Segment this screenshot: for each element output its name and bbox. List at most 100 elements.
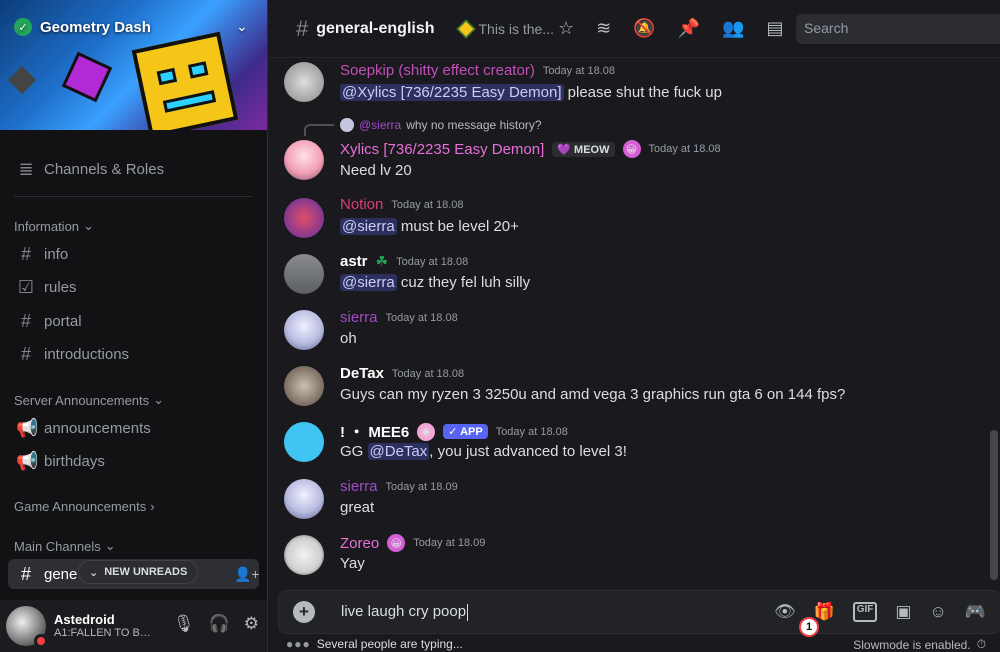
avatar[interactable] [284, 479, 324, 519]
add-member-icon[interactable]: 👤+ [234, 566, 260, 583]
avatar[interactable] [284, 140, 324, 180]
message-timestamp: Today at 18.09 [385, 480, 458, 493]
gift-count-badge: 1 [799, 617, 819, 637]
plus-icon[interactable]: + [293, 601, 315, 623]
server-name[interactable]: ✓ Geometry Dash [14, 18, 151, 36]
avatar[interactable] [284, 366, 324, 406]
channel-rules[interactable]: ☑ rules [8, 272, 259, 302]
scrollbar[interactable] [990, 430, 998, 580]
role-icon: 😀 [622, 140, 641, 158]
channel-topic[interactable]: This is the... [479, 21, 554, 37]
avatar[interactable] [284, 422, 324, 462]
avatar[interactable] [284, 535, 324, 575]
message-content: Guys can my ryzen 3 3250u and amd vega 3… [340, 386, 846, 403]
message-author[interactable]: sierra [340, 309, 378, 326]
reply-preview[interactable]: @sierra why no message history? [340, 118, 542, 132]
chevron-right-icon: › [150, 499, 155, 514]
banner-cube-art [131, 31, 239, 130]
role-icon: ◉ [417, 422, 436, 441]
channel-info-icon[interactable]: ▤ [767, 18, 784, 39]
notification-muted-icon[interactable]: 🔕 [633, 18, 655, 39]
banner-spike-art [7, 65, 37, 95]
message-content: @sierra must be level 20+ [340, 218, 519, 235]
star-icon[interactable]: ☆ [558, 18, 574, 39]
user-mention[interactable]: @sierra [340, 274, 397, 291]
channel-birthdays[interactable]: 📢 birthdays [8, 446, 259, 476]
avatar[interactable] [6, 606, 48, 648]
avatar[interactable] [284, 198, 324, 238]
search-input[interactable]: Search [796, 14, 1000, 44]
channel-announcements[interactable]: 📢 announcements [8, 413, 259, 443]
banner-purple-cube-art [61, 51, 113, 103]
text-caret [467, 603, 469, 621]
channels-roles-item[interactable]: ≣ Channels & Roles [8, 154, 259, 184]
message-timestamp: Today at 18.09 [413, 537, 486, 549]
message-timestamp: Today at 18.08 [495, 425, 568, 438]
chevron-down-icon: ⌄ [153, 392, 165, 407]
hash-icon: # [20, 343, 31, 364]
new-unreads-button[interactable]: ⌄ NEW UNREADS [78, 560, 199, 584]
channel-portal[interactable]: # portal [8, 306, 259, 336]
reply-author: @sierra [359, 118, 402, 132]
gift-icon[interactable]: 🎁 [814, 602, 835, 622]
server-tag[interactable]: 💜 MEOW [552, 141, 615, 157]
chevron-down-icon: ⌄ [89, 566, 99, 579]
category-information[interactable]: Information ⌄ [14, 218, 94, 234]
message-input[interactable]: live laugh cry poop [341, 603, 469, 621]
heart-icon: 💜 [557, 143, 575, 156]
avatar [340, 118, 354, 132]
user-panel: Astedroid A1:FALLEN TO BE... 🎙 🎧 ⚙ [0, 600, 267, 652]
divider [14, 196, 252, 197]
microphone-icon[interactable]: 🎙 [173, 614, 195, 634]
pin-icon[interactable]: 📌 [678, 18, 700, 39]
megaphone-icon: 📢 [16, 450, 39, 471]
message-timestamp: Today at 18.08 [542, 64, 615, 77]
threads-icon[interactable]: ≋ [596, 18, 611, 39]
message-content: GG @DeTax, you just advanced to level 3! [340, 443, 627, 460]
verified-icon: ✓ [14, 18, 32, 36]
channel-header: # general-english This is the... ☆ ≋ 🔕 📌… [268, 0, 1000, 58]
message-author[interactable]: DeTax [340, 365, 384, 382]
message-author[interactable]: Xylics [736/2235 Easy Demon] [340, 141, 544, 158]
checkbox-icon: ☑ [17, 276, 35, 297]
emoji-icon[interactable]: ☺ [929, 602, 946, 622]
category-game-announcements[interactable]: Game Announcements › [14, 499, 155, 514]
message-composer[interactable]: + live laugh cry poop 👁 🎁 GIF ▣ ☺ 🎮 1 [278, 590, 1000, 637]
gamepad-icon[interactable]: 🎮 [965, 602, 986, 622]
chevron-down-icon[interactable]: ⌄ [236, 18, 248, 35]
server-banner[interactable]: ✓ Geometry Dash ⌄ [0, 0, 267, 130]
timer-icon: ⏱ [976, 637, 986, 651]
server-sidebar: ✓ Geometry Dash ⌄ ≣ Channels & Roles Inf… [0, 0, 267, 652]
avatar[interactable] [284, 62, 324, 102]
message-author[interactable]: Notion [340, 196, 383, 213]
channel-title: general-english [316, 19, 435, 37]
gif-icon[interactable]: GIF [852, 602, 878, 622]
category-main-channels[interactable]: Main Channels ⌄ [14, 538, 116, 554]
avatar[interactable] [284, 310, 324, 350]
user-info[interactable]: Astedroid A1:FALLEN TO BE... [54, 612, 154, 641]
avatar[interactable] [284, 254, 324, 294]
message-content: @sierra cuz they fel luh silly [340, 274, 531, 291]
gear-icon[interactable]: ⚙ [244, 614, 259, 634]
message-timestamp: Today at 18.08 [648, 143, 721, 155]
message-content: great [340, 499, 375, 516]
sticker-icon[interactable]: ▣ [895, 602, 911, 622]
category-server-announcements[interactable]: Server Announcements ⌄ [14, 392, 164, 408]
member-list-icon[interactable]: 👥 [722, 18, 744, 39]
list-search-icon: ≣ [18, 158, 34, 179]
message-author[interactable]: Zoreo [340, 535, 379, 552]
message-author[interactable]: sierra [340, 478, 378, 495]
user-mention[interactable]: @DeTax [367, 443, 430, 460]
message-author[interactable]: Soepkip (shitty effect creator) [340, 62, 535, 79]
eye-icon[interactable]: 👁 [774, 602, 796, 622]
user-mention[interactable]: @Xylics [736/2235 Easy Demon] [340, 84, 564, 101]
headphones-icon[interactable]: 🎧 [209, 614, 230, 634]
user-mention[interactable]: @sierra [340, 218, 397, 235]
topic-emoji-icon [455, 18, 476, 39]
message-author[interactable]: ! ・ MEE6 [340, 421, 409, 442]
message-content: Need lv 20 [340, 162, 412, 179]
channel-info[interactable]: # info [8, 239, 259, 269]
message-author[interactable]: astr [340, 253, 368, 270]
message-content: oh [340, 330, 357, 347]
channel-introductions[interactable]: # introductions [8, 339, 259, 369]
